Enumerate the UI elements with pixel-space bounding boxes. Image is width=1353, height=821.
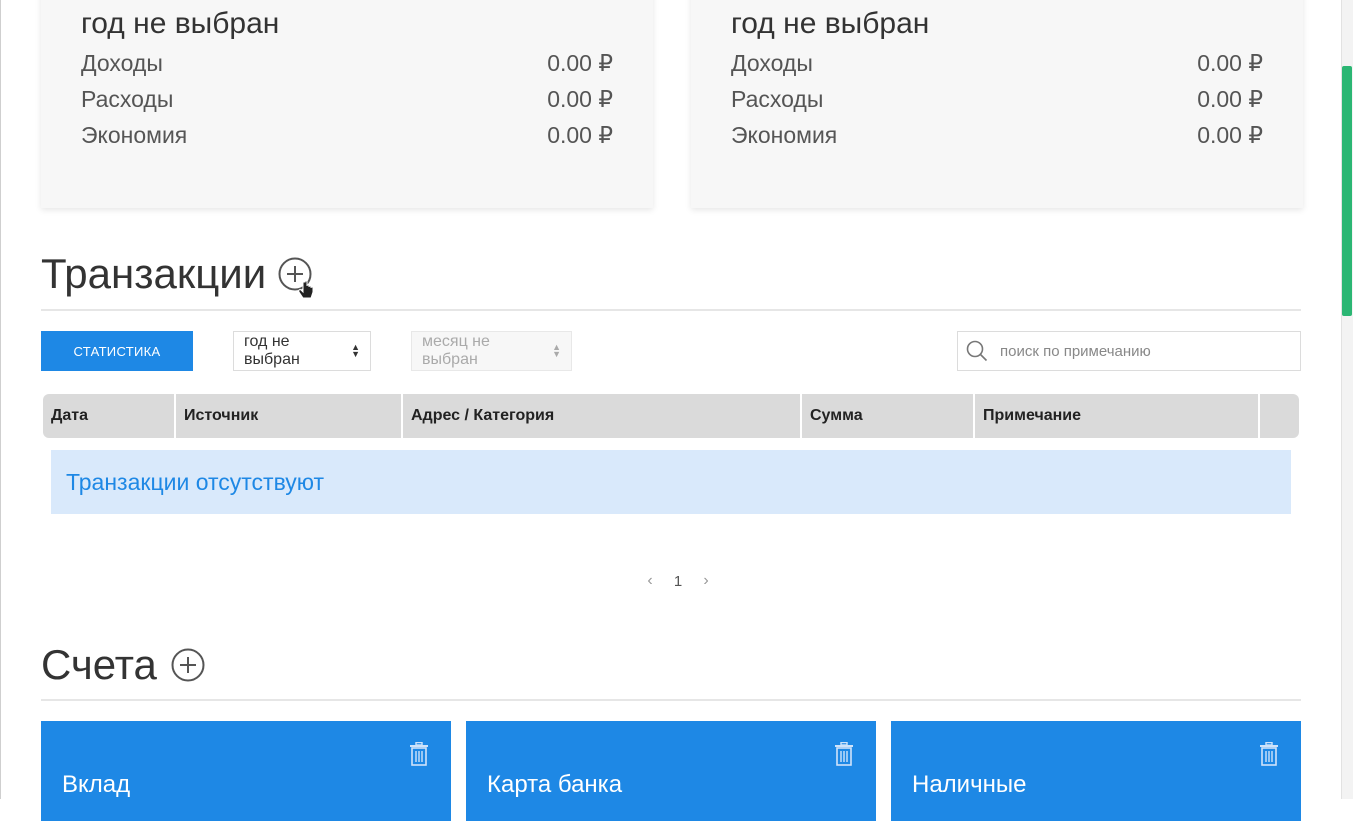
summary-value: 0.00 ₽ xyxy=(1197,86,1263,112)
summary-year: год не выбран xyxy=(731,7,930,40)
search-input[interactable] xyxy=(998,341,1292,361)
accounts-heading: Счета xyxy=(41,641,205,689)
prev-page-button[interactable]: ‹ xyxy=(636,572,664,590)
summary-value: 0.00 ₽ xyxy=(1197,122,1263,148)
transactions-title: Транзакции xyxy=(41,250,267,297)
month-select-value: месяц не выбран xyxy=(422,333,490,368)
summary-row-savings: Экономия 0.00 ₽ xyxy=(731,117,1263,153)
select-arrows-icon: ▲ ▼ xyxy=(351,342,360,359)
summary-label: Экономия xyxy=(731,122,838,148)
summary-row-expenses: Расходы 0.00 ₽ xyxy=(81,81,613,117)
summary-card-1: год не выбран Доходы 0.00 ₽ Расходы 0.00… xyxy=(41,0,653,208)
summary-row-income: Доходы 0.00 ₽ xyxy=(81,45,613,81)
pagination: ‹ 1 › xyxy=(636,572,720,590)
summary-year: год не выбран xyxy=(81,7,280,40)
column-header-address-category[interactable]: Адрес / Категория xyxy=(403,394,802,438)
summary-row-income: Доходы 0.00 ₽ xyxy=(731,45,1263,81)
transactions-table-header: Дата Источник Адрес / Категория Сумма Пр… xyxy=(43,394,1299,438)
trash-icon[interactable] xyxy=(409,742,429,766)
month-select[interactable]: месяц не выбран ▲ ▼ xyxy=(411,331,572,371)
summary-value: 0.00 ₽ xyxy=(547,50,613,76)
mouse-cursor-icon xyxy=(298,280,314,299)
summary-label: Экономия xyxy=(81,122,188,148)
account-card[interactable]: Карта банка xyxy=(466,721,876,821)
summary-label: Доходы xyxy=(81,50,163,76)
summary-value: 0.00 ₽ xyxy=(547,122,613,148)
summary-value: 0.00 ₽ xyxy=(1197,50,1263,76)
trash-icon[interactable] xyxy=(834,742,854,766)
column-header-source[interactable]: Источник xyxy=(176,394,403,438)
summary-row-savings: Экономия 0.00 ₽ xyxy=(81,117,613,153)
summary-label: Доходы xyxy=(731,50,813,76)
summary-value: 0.00 ₽ xyxy=(547,86,613,112)
page-scrollbar[interactable] xyxy=(1341,0,1353,799)
summary-row-expenses: Расходы 0.00 ₽ xyxy=(731,81,1263,117)
empty-transactions-message: Транзакции отсутствуют xyxy=(51,450,1291,514)
trash-icon[interactable] xyxy=(1259,742,1279,766)
column-header-note[interactable]: Примечание xyxy=(975,394,1260,438)
page-number[interactable]: 1 xyxy=(664,573,692,590)
account-card[interactable]: Вклад xyxy=(41,721,451,821)
summary-label: Расходы xyxy=(81,86,174,112)
transactions-divider xyxy=(41,309,1301,311)
account-name: Вклад xyxy=(62,771,131,798)
account-name: Карта банка xyxy=(487,771,623,798)
transactions-heading: Транзакции xyxy=(41,250,312,298)
window-edge xyxy=(0,0,1,799)
year-select-value: год не выбран xyxy=(244,333,300,368)
next-page-button[interactable]: › xyxy=(692,572,720,590)
accounts-divider xyxy=(41,699,1301,701)
column-header-date[interactable]: Дата xyxy=(43,394,176,438)
year-select[interactable]: год не выбран ▲ ▼ xyxy=(233,331,371,371)
summary-card-2: год не выбран Доходы 0.00 ₽ Расходы 0.00… xyxy=(691,0,1303,208)
account-card[interactable]: Наличные xyxy=(891,721,1301,821)
search-icon xyxy=(966,340,988,362)
account-name: Наличные xyxy=(912,771,1027,798)
accounts-title: Счета xyxy=(41,641,157,688)
summary-label: Расходы xyxy=(731,86,824,112)
scrollbar-thumb[interactable] xyxy=(1342,66,1352,316)
statistics-button[interactable]: СТАТИСТИКА xyxy=(41,331,193,371)
search-box[interactable] xyxy=(957,331,1301,371)
add-account-icon[interactable] xyxy=(171,648,205,682)
column-header-actions xyxy=(1260,394,1299,438)
select-arrows-icon: ▲ ▼ xyxy=(552,342,561,359)
column-header-amount[interactable]: Сумма xyxy=(802,394,975,438)
